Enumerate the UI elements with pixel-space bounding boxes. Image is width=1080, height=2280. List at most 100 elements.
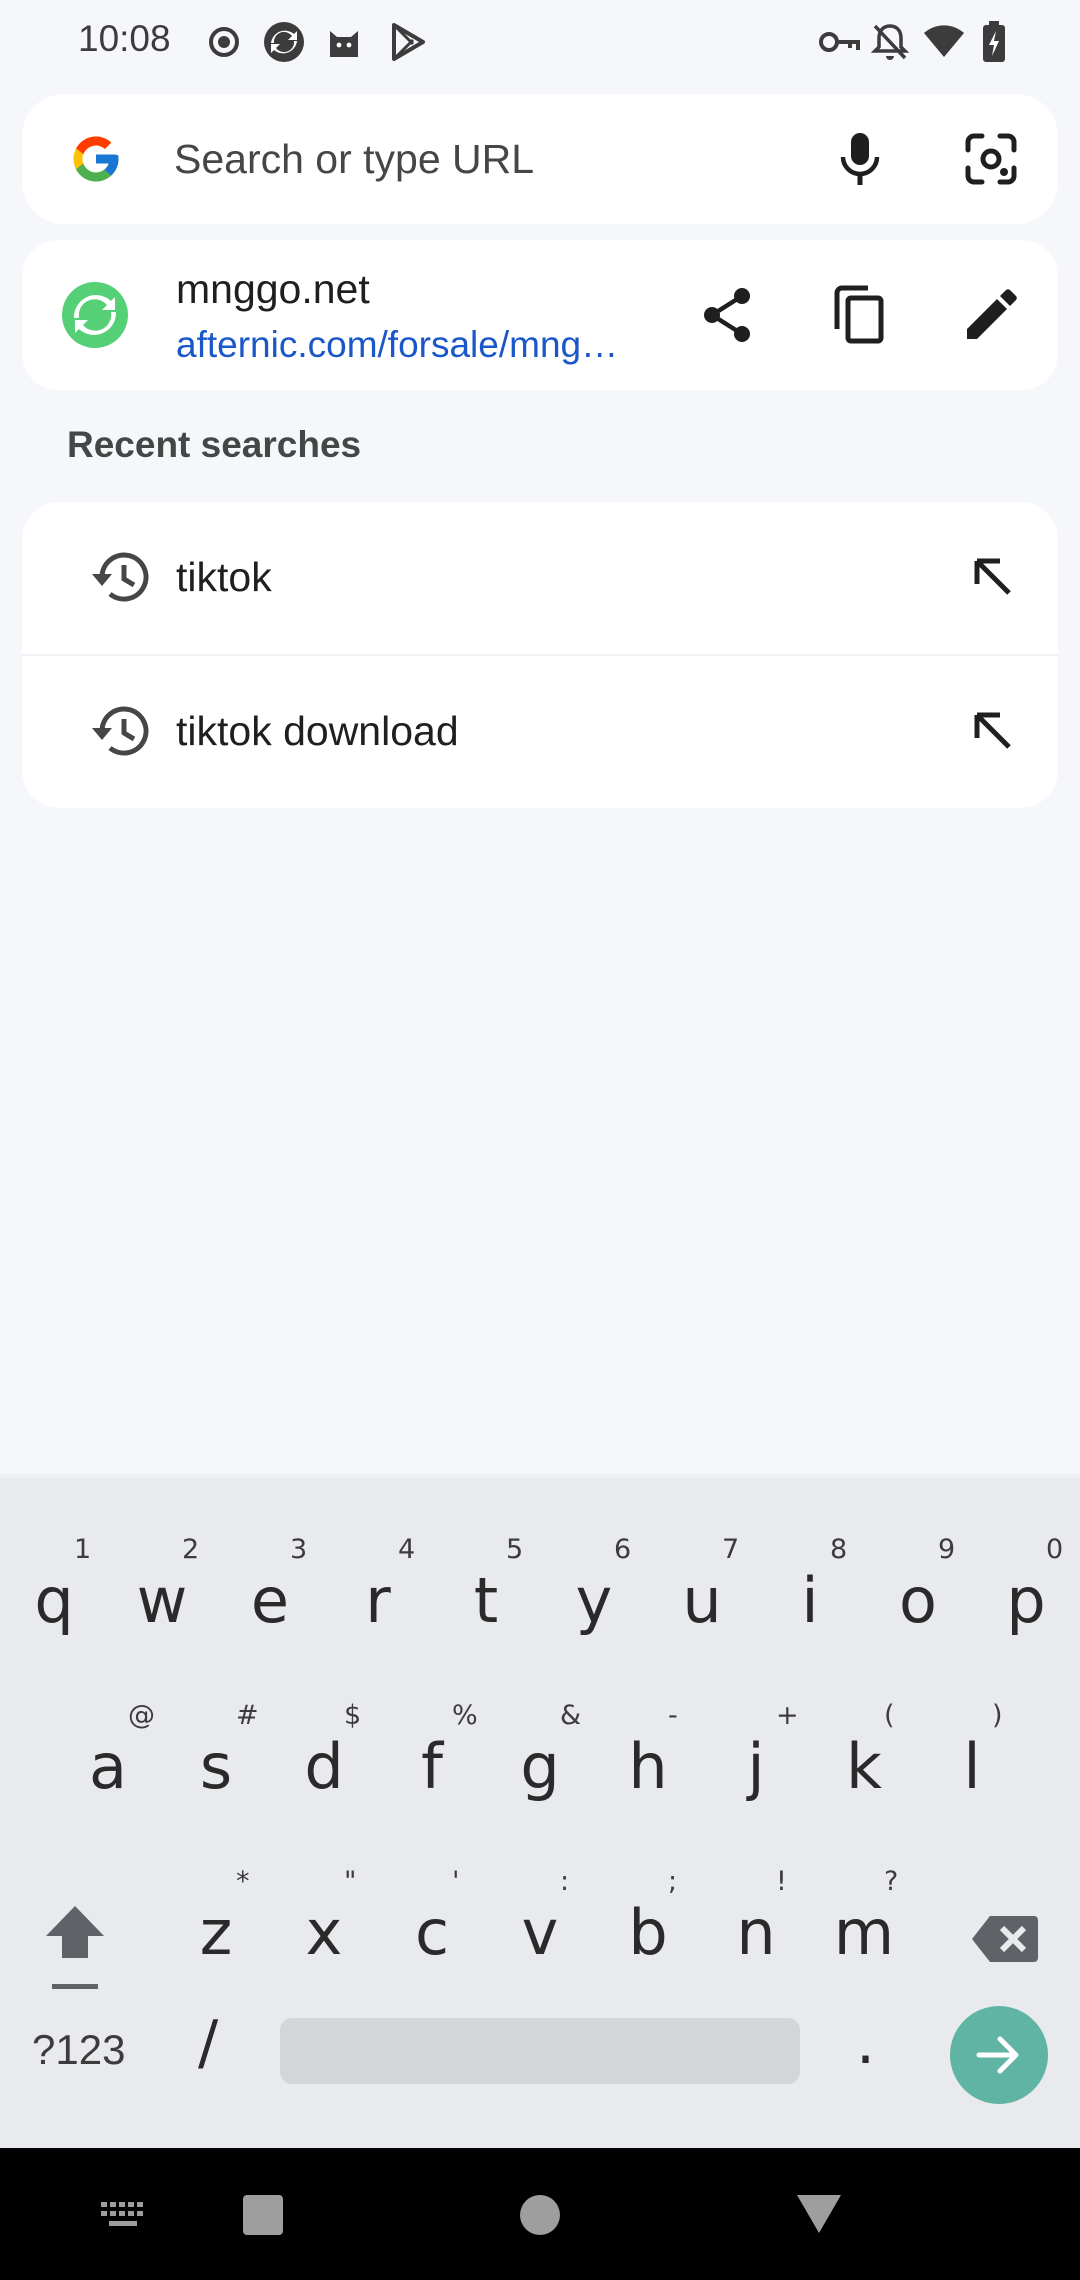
key-hint: + bbox=[776, 1700, 799, 1731]
key-hint: 0 bbox=[1046, 1534, 1064, 1565]
key-hint: ' bbox=[452, 1866, 460, 1897]
key-letter: t bbox=[473, 1564, 499, 1637]
key-letter: d bbox=[304, 1730, 344, 1803]
key-v[interactable]: v: bbox=[486, 1848, 594, 2008]
key-letter: b bbox=[628, 1896, 668, 1969]
symbols-key[interactable]: ?123 bbox=[32, 2026, 125, 2074]
key-f[interactable]: f% bbox=[378, 1682, 486, 1842]
key-r[interactable]: r4 bbox=[324, 1516, 432, 1676]
wifi-icon bbox=[922, 20, 966, 64]
lens-icon[interactable] bbox=[946, 114, 1036, 204]
keyboard-top-edge bbox=[0, 1474, 1080, 1478]
key-letter: v bbox=[521, 1896, 559, 1969]
recent-search-item[interactable]: tiktok bbox=[22, 502, 1058, 656]
key-n[interactable]: n! bbox=[702, 1848, 810, 2008]
key-letter: h bbox=[628, 1730, 668, 1803]
google-g-icon bbox=[51, 114, 141, 204]
key-c[interactable]: c ' bbox=[378, 1848, 486, 2008]
search-input[interactable] bbox=[174, 132, 794, 186]
key-letter: w bbox=[136, 1564, 188, 1637]
recent-searches-list: tiktok tiktok download bbox=[22, 502, 1058, 808]
keyboard: q1w2e3r4t5y6u7i8o9p0 a @ s # d $ f% g & h - j + k(l) … bbox=[0, 1474, 1080, 2148]
go-key[interactable] bbox=[950, 2006, 1048, 2104]
key-z[interactable]: z * bbox=[162, 1848, 270, 2008]
key-hint: 1 bbox=[74, 1534, 92, 1565]
insert-arrow-icon[interactable] bbox=[948, 532, 1038, 622]
key-letter: j bbox=[747, 1730, 765, 1803]
recent-search-item[interactable]: tiktok download bbox=[22, 656, 1058, 808]
copy-icon[interactable] bbox=[814, 270, 904, 360]
insert-arrow-icon[interactable] bbox=[948, 686, 1038, 776]
recent-search-label: tiktok bbox=[176, 554, 272, 600]
key-letter: y bbox=[575, 1564, 613, 1637]
key-t[interactable]: t5 bbox=[432, 1516, 540, 1676]
key-hint: % bbox=[452, 1700, 478, 1731]
refresh-favicon bbox=[50, 270, 140, 360]
key-l[interactable]: l) bbox=[918, 1682, 1026, 1842]
cat-app-icon bbox=[322, 20, 366, 64]
key-o[interactable]: o9 bbox=[864, 1516, 972, 1676]
key-hint: ? bbox=[884, 1866, 899, 1897]
key-p[interactable]: p0 bbox=[972, 1516, 1080, 1676]
key-letter: o bbox=[899, 1564, 937, 1637]
key-hint: 3 bbox=[290, 1534, 308, 1565]
key-letter: c bbox=[414, 1896, 450, 1969]
key-m[interactable]: m? bbox=[810, 1848, 918, 2008]
key-hint: 6 bbox=[614, 1534, 632, 1565]
period-key[interactable]: . bbox=[856, 2008, 875, 2078]
home-icon[interactable] bbox=[495, 2170, 585, 2260]
edit-icon[interactable] bbox=[946, 270, 1036, 360]
mic-icon[interactable] bbox=[815, 114, 905, 204]
key-hint: ; bbox=[668, 1866, 678, 1897]
shift-key[interactable] bbox=[20, 1854, 130, 2014]
current-page-suggestion[interactable]: mnggo.net afternic.com/forsale/mng… bbox=[22, 240, 1058, 390]
status-bar: 10:08 bbox=[0, 0, 1080, 88]
notifications-off-icon bbox=[868, 20, 912, 64]
arrow-right-icon bbox=[976, 2036, 1019, 2074]
key-e[interactable]: e3 bbox=[216, 1516, 324, 1676]
keyboard-switch-icon[interactable] bbox=[78, 2170, 168, 2260]
backspace-key[interactable] bbox=[948, 1854, 1062, 2014]
key-d[interactable]: d $ bbox=[270, 1682, 378, 1842]
key-hint: * bbox=[236, 1866, 250, 1897]
key-hint: ! bbox=[776, 1866, 787, 1897]
recent-search-label: tiktok download bbox=[176, 708, 459, 754]
key-i[interactable]: i8 bbox=[756, 1516, 864, 1676]
key-letter: x bbox=[305, 1896, 343, 1969]
key-s[interactable]: s # bbox=[162, 1682, 270, 1842]
key-b[interactable]: b; bbox=[594, 1848, 702, 2008]
back-icon[interactable] bbox=[774, 2168, 864, 2258]
share-icon[interactable] bbox=[682, 270, 772, 360]
key-y[interactable]: y6 bbox=[540, 1516, 648, 1676]
key-a[interactable]: a @ bbox=[54, 1682, 162, 1842]
key-hint: $ bbox=[344, 1700, 362, 1731]
key-u[interactable]: u7 bbox=[648, 1516, 756, 1676]
key-g[interactable]: g & bbox=[486, 1682, 594, 1842]
key-hint: 5 bbox=[506, 1534, 524, 1565]
recent-searches-title: Recent searches bbox=[67, 424, 362, 465]
slash-key[interactable]: / bbox=[198, 2008, 218, 2078]
key-hint: - bbox=[668, 1700, 678, 1731]
key-hint: ( bbox=[884, 1700, 895, 1731]
key-k[interactable]: k( bbox=[810, 1682, 918, 1842]
page-url: afternic.com/forsale/mng… bbox=[176, 324, 619, 365]
browser-app-icon bbox=[262, 20, 306, 64]
key-hint: : bbox=[560, 1866, 570, 1897]
omnibox[interactable] bbox=[22, 94, 1058, 224]
key-h[interactable]: h- bbox=[594, 1682, 702, 1842]
recents-icon[interactable] bbox=[218, 2170, 308, 2260]
key-hint: @ bbox=[128, 1700, 155, 1731]
space-key[interactable] bbox=[280, 2018, 800, 2084]
key-w[interactable]: w2 bbox=[108, 1516, 216, 1676]
key-hint: 7 bbox=[722, 1534, 740, 1565]
key-q[interactable]: q1 bbox=[0, 1516, 108, 1676]
key-hint: 9 bbox=[938, 1534, 956, 1565]
status-time: 10:08 bbox=[78, 18, 171, 59]
key-letter: p bbox=[1006, 1564, 1046, 1637]
key-letter: a bbox=[89, 1730, 127, 1803]
key-x[interactable]: x " bbox=[270, 1848, 378, 2008]
vpn-key-icon bbox=[818, 20, 862, 64]
key-letter: g bbox=[520, 1730, 560, 1803]
play-store-icon bbox=[386, 20, 430, 64]
key-j[interactable]: j + bbox=[702, 1682, 810, 1842]
